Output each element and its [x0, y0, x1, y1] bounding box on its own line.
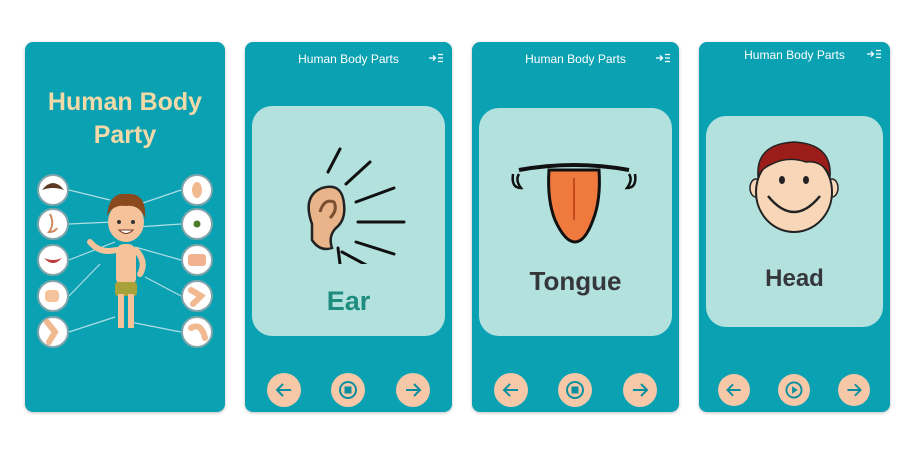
word-label: Ear	[326, 286, 371, 316]
app-bar: Human Body Parts	[245, 42, 452, 76]
app-bar: Human Body Parts	[472, 42, 679, 76]
next-button[interactable]	[838, 374, 870, 406]
stop-button[interactable]	[331, 373, 365, 407]
stop-icon	[339, 381, 357, 399]
word-card[interactable]: Head	[706, 116, 883, 327]
play-icon	[785, 381, 803, 399]
arrow-left-icon	[275, 383, 291, 397]
splash-title: Human Body Party	[25, 86, 225, 152]
ear-image	[307, 147, 406, 264]
stop-icon	[566, 381, 584, 399]
arrow-right-icon	[847, 383, 862, 397]
prev-button[interactable]	[267, 373, 301, 407]
prev-button[interactable]	[494, 373, 528, 407]
app-title: Human Body Parts	[744, 48, 845, 62]
word-card[interactable]: Ear	[252, 106, 445, 336]
head-image	[749, 141, 839, 233]
app-title: Human Body Parts	[298, 52, 399, 66]
word-card[interactable]: Tongue	[479, 108, 672, 336]
next-button[interactable]	[623, 373, 657, 407]
app-title: Human Body Parts	[525, 52, 626, 66]
arrow-left-icon	[502, 383, 518, 397]
head-screen: Human Body Parts Head	[699, 42, 890, 412]
tongue-screen: Human Body Parts Tongue	[472, 42, 679, 412]
menu-icon[interactable]	[655, 50, 671, 66]
arrow-left-icon	[726, 383, 741, 397]
boy-body-parts-illustration	[37, 174, 213, 348]
play-button[interactable]	[778, 374, 810, 406]
splash-title-line1: Human Body	[47, 88, 203, 116]
tongue-image	[511, 163, 637, 244]
prev-button[interactable]	[718, 374, 750, 406]
menu-icon[interactable]	[866, 46, 882, 62]
stop-button[interactable]	[558, 373, 592, 407]
app-bar: Human Body Parts	[699, 42, 890, 76]
ear-screen: Human Body Parts Ear	[245, 42, 452, 412]
arrow-right-icon	[633, 383, 649, 397]
arrow-right-icon	[406, 383, 422, 397]
word-label: Head	[765, 265, 824, 292]
splash-title-line2: Party	[93, 121, 157, 149]
menu-icon[interactable]	[428, 50, 444, 66]
next-button[interactable]	[396, 373, 430, 407]
boy-figure	[87, 193, 146, 328]
word-label: Tongue	[529, 266, 622, 296]
splash-screen: Human Body Party	[25, 42, 225, 412]
